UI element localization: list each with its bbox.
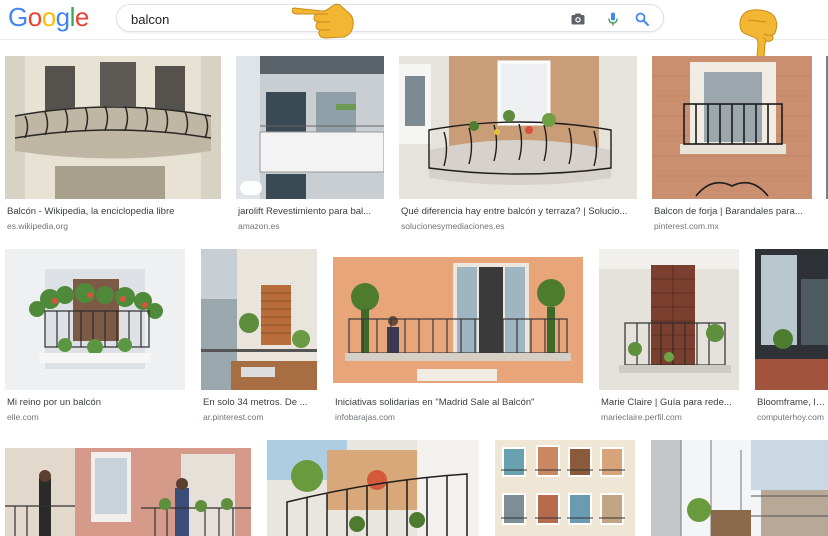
result-title[interactable]: Iniciativas solidarias en "Madrid Sale a… [335,397,581,408]
result-thumbnail[interactable] [5,249,185,390]
image-result[interactable]: jarolift Revestimiento para bal... amazo… [236,56,384,232]
result-title[interactable]: Balcón - Wikipedia, la enciclopedia libr… [7,206,217,217]
result-site[interactable]: infobarajas.com [335,412,581,422]
image-result[interactable]: Balcon de forja | Barandales para... pin… [652,56,812,232]
result-title[interactable]: Mi reino por un balcón [7,397,183,408]
image-result[interactable]: Bloomframe, la v computerhoy.com [755,249,828,425]
search-header: Google [0,0,828,40]
result-thumbnail[interactable] [652,56,812,199]
image-result[interactable]: Qué diferencia hay entre balcón y terraz… [399,56,637,232]
result-site[interactable]: solucionesymediaciones.es [401,221,635,231]
image-result[interactable]: En solo 34 metros. De ... ar.pinterest.c… [201,249,317,425]
result-thumbnail[interactable] [755,249,828,390]
result-title[interactable]: Qué diferencia hay entre balcón y terraz… [401,206,635,217]
result-thumbnail[interactable] [599,249,739,390]
image-result[interactable]: Marie Claire | Guía para rede... mariecl… [599,249,739,425]
image-result[interactable] [495,440,635,536]
image-result[interactable] [651,440,828,536]
result-title[interactable]: Bloomframe, la v [757,397,828,408]
tag-badge [240,181,262,195]
result-site[interactable]: computerhoy.com [757,412,828,422]
microphone-icon[interactable] [605,11,621,27]
image-result[interactable] [5,448,251,536]
logo-letter: o [27,2,42,32]
result-title[interactable]: jarolift Revestimiento para bal... [238,206,382,217]
search-icon[interactable] [634,11,650,27]
image-result[interactable]: Mi reino por un balcón elle.com [5,249,185,425]
result-thumbnail[interactable] [5,56,221,199]
logo-letter: o [41,2,56,32]
image-result[interactable] [267,440,479,536]
result-thumbnail[interactable] [333,257,583,383]
pointing-hand-left-icon [292,3,354,39]
result-title[interactable]: En solo 34 metros. De ... [203,397,315,408]
result-title[interactable]: Marie Claire | Guía para rede... [601,397,737,408]
result-site[interactable]: pinterest.com.mx [654,221,810,231]
result-thumbnail[interactable] [495,440,635,536]
search-box [116,4,664,32]
logo-letter: G [8,2,28,32]
result-site[interactable]: ar.pinterest.com [203,412,315,422]
result-thumbnail[interactable] [201,249,317,390]
result-site[interactable]: es.wikipedia.org [7,221,217,231]
result-thumbnail[interactable] [651,440,828,536]
result-site[interactable]: marieclaire.perfil.com [601,412,737,422]
logo-letter: g [55,2,70,32]
result-thumbnail[interactable] [5,448,251,536]
result-thumbnail[interactable] [399,56,637,199]
result-title[interactable]: Balcon de forja | Barandales para... [654,206,810,217]
result-thumbnail[interactable] [267,440,479,536]
image-result[interactable]: Balcón - Wikipedia, la enciclopedia libr… [5,56,221,232]
image-result[interactable]: Iniciativas solidarias en "Madrid Sale a… [333,257,583,425]
google-logo[interactable]: Google [8,2,89,33]
result-thumbnail[interactable] [236,56,384,199]
camera-icon[interactable] [570,11,586,27]
result-site[interactable]: elle.com [7,412,183,422]
logo-letter: e [74,2,89,32]
result-site[interactable]: amazon.es [238,221,382,231]
